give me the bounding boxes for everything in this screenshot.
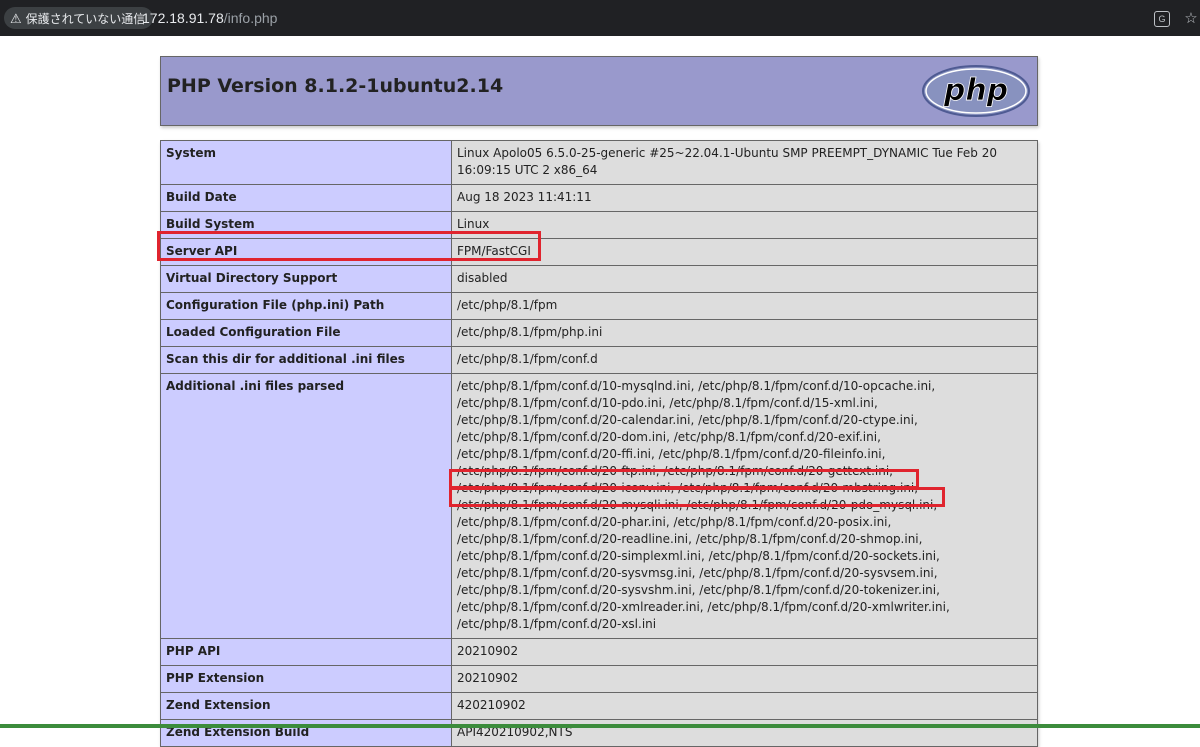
row-key: Scan this dir for additional .ini files	[160, 346, 452, 374]
browser-toolbar: ⚠ 保護されていない通信 172.18.91.78/info.php G ☆	[0, 0, 1200, 36]
row-value: /etc/php/8.1/fpm/php.ini	[451, 319, 1038, 347]
table-row: System Linux Apolo05 6.5.0-25-generic #25…	[160, 140, 1038, 185]
row-key: Build Date	[160, 184, 452, 212]
table-row: Virtual Directory Support disabled	[160, 265, 1038, 293]
row-key: PHP API	[160, 638, 452, 666]
row-key: Additional .ini files parsed	[160, 373, 452, 639]
table-row: Server API FPM/FastCGI	[160, 238, 1038, 266]
info-table: System Linux Apolo05 6.5.0-25-generic #25…	[160, 140, 1038, 747]
ini-file-line: /etc/php/8.1/fpm/conf.d/20-ftp.ini, /etc…	[457, 464, 893, 478]
row-value: disabled	[451, 265, 1038, 293]
row-value: 20210902	[451, 665, 1038, 693]
ini-file-line: /etc/php/8.1/fpm/conf.d/20-mysqli.ini, /…	[457, 498, 938, 512]
table-row: PHP API 20210902	[160, 638, 1038, 666]
ini-file-line: /etc/php/8.1/fpm/conf.d/20-xsl.ini	[457, 617, 657, 631]
row-key: System	[160, 140, 452, 185]
row-key: Server API	[160, 238, 452, 266]
table-row: Loaded Configuration File/etc/php/8.1/fp…	[160, 319, 1038, 347]
ini-file-line: /etc/php/8.1/fpm/conf.d/20-ffi.ini, /etc…	[457, 447, 886, 461]
url-host: 172.18.91.78	[142, 10, 224, 26]
ini-file-line: /etc/php/8.1/fpm/conf.d/20-iconv.ini, /e…	[457, 481, 919, 495]
ini-file-line: /etc/php/8.1/fpm/conf.d/10-mysqlnd.ini, …	[457, 379, 936, 393]
star-icon[interactable]: ☆	[1182, 9, 1200, 27]
page-title: PHP Version 8.1.2-1ubuntu2.14	[167, 75, 504, 97]
table-row: Zend Extension 420210902	[160, 692, 1038, 720]
php-logo: php	[922, 65, 1030, 117]
site-security-chip[interactable]: ⚠ 保護されていない通信	[4, 7, 154, 29]
php-logo-text: php	[943, 73, 1008, 108]
security-label: 保護されていない通信	[25, 11, 146, 26]
warning-icon: ⚠	[10, 10, 22, 26]
ini-file-line: /etc/php/8.1/fpm/conf.d/10-pdo.ini, /etc…	[457, 396, 878, 410]
row-value: Linux	[451, 211, 1038, 239]
phpinfo-container: PHP Version 8.1.2-1ubuntu2.14 php System…	[160, 56, 1038, 747]
window-bottom-strip	[0, 724, 1200, 728]
table-row: Build System Linux	[160, 211, 1038, 239]
row-value: /etc/php/8.1/fpm/conf.d	[451, 346, 1038, 374]
row-value: Linux Apolo05 6.5.0-25-generic #25~22.04…	[451, 140, 1038, 185]
row-value: /etc/php/8.1/fpm	[451, 292, 1038, 320]
ini-file-line: /etc/php/8.1/fpm/conf.d/20-xmlreader.ini…	[457, 600, 950, 614]
address-bar[interactable]: 172.18.91.78/info.php	[142, 10, 277, 26]
ini-file-line: /etc/php/8.1/fpm/conf.d/20-sysvmsg.ini, …	[457, 566, 938, 580]
row-key: Loaded Configuration File	[160, 319, 452, 347]
table-row: Additional .ini files parsed/etc/php/8.1…	[160, 373, 1038, 639]
row-key: Zend Extension	[160, 692, 452, 720]
row-value: 420210902	[451, 692, 1038, 720]
table-row: Configuration File (php.ini) Path/etc/ph…	[160, 292, 1038, 320]
page-header: PHP Version 8.1.2-1ubuntu2.14 php	[160, 56, 1038, 126]
table-row: Scan this dir for additional .ini files /…	[160, 346, 1038, 374]
row-key: PHP Extension	[160, 665, 452, 693]
translate-icon[interactable]: G	[1154, 11, 1170, 27]
row-key: Build System	[160, 211, 452, 239]
row-value: Aug 18 2023 11:41:11	[451, 184, 1038, 212]
ini-file-line: /etc/php/8.1/fpm/conf.d/20-sysvshm.ini, …	[457, 583, 940, 597]
url-path: /info.php	[223, 10, 278, 26]
ini-file-line: /etc/php/8.1/fpm/conf.d/20-readline.ini,…	[457, 532, 923, 546]
ini-file-line: /etc/php/8.1/fpm/conf.d/20-phar.ini, /et…	[457, 515, 892, 529]
row-value: /etc/php/8.1/fpm/conf.d/10-mysqlnd.ini, …	[451, 373, 1038, 639]
ini-file-line: /etc/php/8.1/fpm/conf.d/20-simplexml.ini…	[457, 549, 940, 563]
row-key: Configuration File (php.ini) Path	[160, 292, 452, 320]
row-key: Virtual Directory Support	[160, 265, 452, 293]
row-value: FPM/FastCGI	[451, 238, 1038, 266]
row-value: 20210902	[451, 638, 1038, 666]
ini-file-line: /etc/php/8.1/fpm/conf.d/20-dom.ini, /etc…	[457, 430, 881, 444]
ini-file-line: /etc/php/8.1/fpm/conf.d/20-calendar.ini,…	[457, 413, 918, 427]
table-row: Build Date Aug 18 2023 11:41:11	[160, 184, 1038, 212]
table-row: PHP Extension 20210902	[160, 665, 1038, 693]
